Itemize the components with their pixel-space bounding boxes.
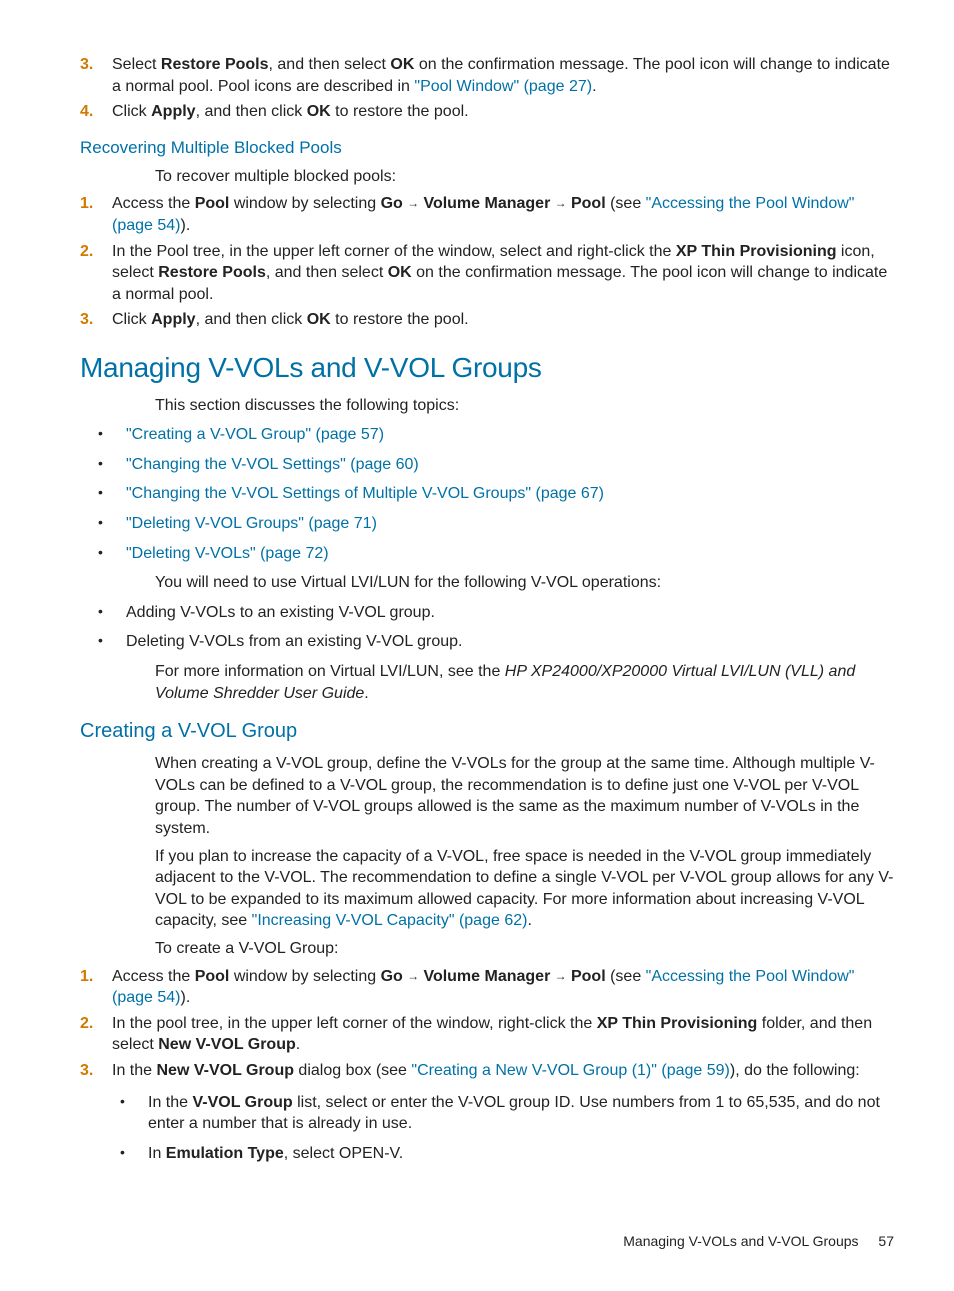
topic-links: "Creating a V-VOL Group" (page 57) "Chan…: [94, 424, 894, 564]
create-intro: To create a V-VOL Group:: [155, 938, 894, 960]
step-body: In the New V-VOL Group dialog box (see "…: [112, 1060, 894, 1172]
step-number: 3.: [80, 309, 112, 331]
recover-steps: 1. Access the Pool window by selecting G…: [80, 193, 894, 331]
manage-post2: For more information on Virtual LVI/LUN,…: [155, 661, 894, 704]
manage-intro: This section discusses the following top…: [155, 395, 894, 417]
heading-managing-vvols: Managing V-VOLs and V-VOL Groups: [80, 349, 894, 387]
create-steps: 1. Access the Pool window by selecting G…: [80, 966, 894, 1173]
heading-recovering-multiple: Recovering Multiple Blocked Pools: [80, 137, 894, 160]
restore-pool-steps-cont: 3. Select Restore Pools, and then select…: [80, 54, 894, 123]
recover-intro: To recover multiple blocked pools:: [155, 166, 894, 188]
link-deleting-vvols[interactable]: "Deleting V-VOLs" (page 72): [126, 545, 329, 562]
link-increasing-vvol-capacity[interactable]: "Increasing V-VOL Capacity" (page 62): [252, 912, 528, 929]
arrow-icon: →: [403, 196, 424, 210]
step-number: 4.: [80, 101, 112, 123]
footer-title: Managing V-VOLs and V-VOL Groups: [623, 1233, 858, 1249]
link-creating-vvol-group[interactable]: "Creating a V-VOL Group" (page 57): [126, 426, 384, 443]
list-item: Deleting V-VOLs from an existing V-VOL g…: [126, 631, 894, 653]
arrow-icon: →: [403, 969, 424, 983]
step-number: 3.: [80, 1060, 112, 1172]
step-number: 3.: [80, 54, 112, 97]
arrow-icon: →: [550, 196, 571, 210]
create-sub-steps: In the V-VOL Group list, select or enter…: [116, 1092, 894, 1165]
page-footer: Managing V-VOLs and V-VOL Groups 57: [80, 1232, 894, 1251]
manage-post1: You will need to use Virtual LVI/LUN for…: [155, 572, 894, 594]
link-deleting-vvol-groups[interactable]: "Deleting V-VOL Groups" (page 71): [126, 515, 377, 532]
arrow-icon: →: [550, 969, 571, 983]
page-number: 57: [878, 1233, 894, 1249]
create-p2: If you plan to increase the capacity of …: [155, 846, 894, 932]
step-body: Select Restore Pools, and then select OK…: [112, 54, 894, 97]
list-item: In the V-VOL Group list, select or enter…: [148, 1092, 894, 1135]
step-body: Click Apply, and then click OK to restor…: [112, 101, 894, 123]
heading-creating-vvol-group: Creating a V-VOL Group: [80, 718, 894, 745]
list-item: Adding V-VOLs to an existing V-VOL group…: [126, 602, 894, 624]
step-body: Access the Pool window by selecting Go →…: [112, 966, 894, 1009]
link-pool-window[interactable]: "Pool Window" (page 27): [414, 78, 592, 95]
step-number: 2.: [80, 241, 112, 306]
list-item: In Emulation Type, select OPEN-V.: [148, 1143, 894, 1165]
step-number: 2.: [80, 1013, 112, 1056]
link-changing-vvol-settings[interactable]: "Changing the V-VOL Settings" (page 60): [126, 456, 419, 473]
vvol-ops: Adding V-VOLs to an existing V-VOL group…: [94, 602, 894, 653]
step-body: In the pool tree, in the upper left corn…: [112, 1013, 894, 1056]
link-creating-new-vvol-group[interactable]: "Creating a New V-VOL Group (1)" (page 5…: [411, 1062, 729, 1079]
step-body: In the Pool tree, in the upper left corn…: [112, 241, 894, 306]
step-number: 1.: [80, 966, 112, 1009]
step-number: 1.: [80, 193, 112, 236]
link-changing-vvol-settings-multiple[interactable]: "Changing the V-VOL Settings of Multiple…: [126, 485, 604, 502]
create-p1: When creating a V-VOL group, define the …: [155, 753, 894, 839]
step-body: Access the Pool window by selecting Go →…: [112, 193, 894, 236]
step-body: Click Apply, and then click OK to restor…: [112, 309, 894, 331]
